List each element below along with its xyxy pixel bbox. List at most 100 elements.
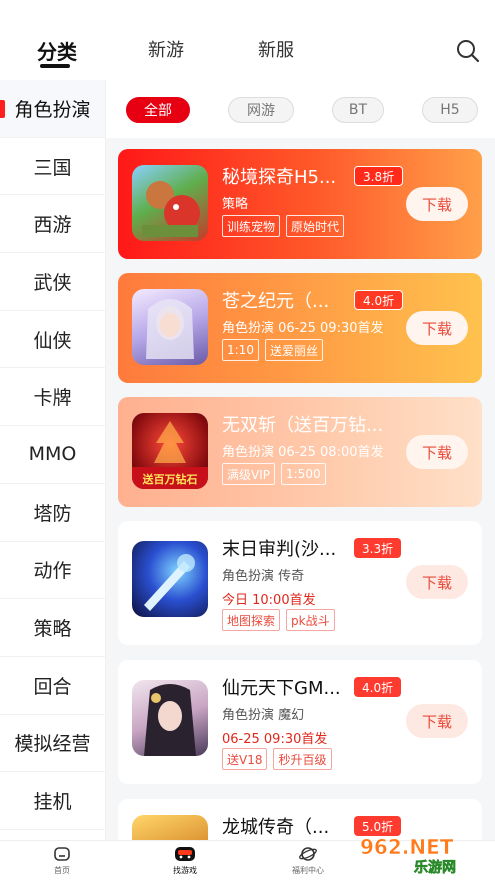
filter-bar: 全部 网游 BT H5: [106, 80, 495, 138]
sidebar-item-label: 模拟经营: [14, 733, 91, 756]
sidebar-item-idle[interactable]: 挂机: [0, 772, 105, 830]
sidebar-item-mmo[interactable]: MMO: [0, 426, 105, 484]
game-card[interactable]: 送百万钻石 无双斩（送百万钻... 角色扮演 06-25 08:00首发 满级V…: [118, 397, 482, 507]
sidebar-item-label: 三国: [33, 156, 72, 179]
sidebar-item-action[interactable]: 动作: [0, 542, 105, 600]
game-tag: 满级VIP: [222, 463, 275, 485]
tab-new-games[interactable]: 新游: [148, 36, 184, 62]
tag-list: 送V18 秒升百级: [222, 748, 332, 770]
download-button[interactable]: 下载: [406, 435, 468, 469]
download-button[interactable]: 下载: [406, 704, 468, 738]
game-icon: [132, 165, 208, 241]
tag-list: 地图探索 pk战斗: [222, 609, 335, 631]
release-time: 06-25 09:30首发: [222, 732, 328, 747]
sidebar-item-label: MMO: [28, 443, 77, 466]
sidebar-item-simulation[interactable]: 模拟经营: [0, 715, 105, 773]
gamepad-icon: [175, 847, 195, 861]
sidebar-item-wuxia[interactable]: 武侠: [0, 253, 105, 311]
game-category: 角色扮演 06-25 08:00首发: [222, 445, 384, 460]
discount-badge: 3.8折: [354, 166, 404, 186]
game-tag: 原始时代: [286, 215, 345, 237]
tab-category[interactable]: 分类: [37, 36, 77, 65]
planet-icon: [299, 847, 317, 861]
active-tab-underline: [40, 64, 70, 68]
sidebar-item-journey-west[interactable]: 西游: [0, 195, 105, 254]
release-time: 今日 10:00首发: [222, 593, 316, 608]
active-indicator: [0, 100, 5, 118]
nav-label: 福利中心: [292, 866, 324, 875]
download-button[interactable]: 下载: [406, 565, 468, 599]
game-list-area: 全部 网游 BT H5 秘境探奇H5... 3.8折 策略 训练宠物 原始时代: [106, 80, 495, 840]
game-name: 苍之纪元（...: [222, 291, 330, 312]
filter-h5[interactable]: H5: [422, 97, 478, 123]
sidebar-item-label: 塔防: [33, 502, 72, 525]
sidebar-item-label: 动作: [33, 560, 72, 583]
game-category: 策略: [222, 197, 249, 212]
sidebar-item-label: 武侠: [33, 271, 72, 294]
sidebar-item-label: 西游: [33, 214, 72, 237]
sidebar-item-label: 挂机: [33, 791, 72, 814]
sidebar-item-label: 卡牌: [33, 387, 72, 410]
discount-badge: 4.0折: [354, 677, 402, 697]
watermark-text: 962.NET: [360, 835, 454, 859]
nav-find-games[interactable]: 找游戏: [155, 845, 215, 876]
game-icon: [132, 541, 208, 617]
game-icon: [132, 815, 208, 840]
sidebar-item-xianxia[interactable]: 仙侠: [0, 311, 105, 369]
game-name: 龙城传奇（...: [222, 817, 330, 838]
search-icon[interactable]: [455, 38, 481, 64]
game-card[interactable]: 秘境探奇H5... 3.8折 策略 训练宠物 原始时代 下载: [118, 149, 482, 259]
nav-label: 找游戏: [173, 866, 197, 875]
tag-list: 训练宠物 原始时代: [222, 215, 345, 237]
game-tag: 地图探索: [222, 609, 281, 631]
sidebar-item-role-playing[interactable]: 角色扮演: [0, 80, 105, 138]
nav-label: 首页: [54, 866, 70, 875]
game-category: 角色扮演 魔幻: [222, 708, 305, 723]
game-tag: pk战斗: [286, 609, 335, 631]
sidebar-item-tower-defense[interactable]: 塔防: [0, 484, 105, 542]
game-category: 角色扮演 传奇: [222, 569, 305, 584]
home-icon: [54, 847, 70, 861]
game-tag: 送V18: [222, 748, 268, 770]
game-tag: 训练宠物: [222, 215, 281, 237]
download-button[interactable]: 下载: [406, 187, 468, 221]
sidebar-item-label: 角色扮演: [14, 98, 91, 121]
game-tag: 送爱丽丝: [264, 339, 323, 361]
icon-promo-text: 送百万钻石: [142, 472, 198, 486]
game-name: 无双斩（送百万钻...: [222, 415, 384, 436]
sidebar-item-label: 仙侠: [33, 329, 72, 352]
site-watermark: 962.NET 乐游网: [360, 835, 457, 876]
game-icon: 送百万钻石: [132, 413, 208, 489]
game-icon: [132, 289, 208, 365]
game-category: 角色扮演 06-25 09:30首发: [222, 321, 384, 336]
sidebar-item-turn-based[interactable]: 回合: [0, 657, 105, 715]
sidebar-item-card[interactable]: 卡牌: [0, 368, 105, 427]
filter-bt[interactable]: BT: [332, 97, 384, 123]
game-name: 仙元天下GM...: [222, 678, 341, 699]
sidebar-item-label: 回合: [33, 675, 72, 698]
discount-badge: 3.3折: [354, 538, 402, 558]
nav-home[interactable]: 首页: [32, 845, 92, 876]
tag-list: 满级VIP 1:500: [222, 463, 326, 485]
sidebar-item-strategy[interactable]: 策略: [0, 599, 105, 657]
discount-badge: 4.0折: [354, 290, 404, 310]
sidebar-item-three-kingdoms[interactable]: 三国: [0, 138, 105, 196]
game-name: 秘境探奇H5...: [222, 167, 337, 188]
filter-all[interactable]: 全部: [126, 97, 190, 123]
top-bar: 分类 新游 新服: [0, 0, 495, 80]
game-tag: 秒升百级: [273, 748, 332, 770]
nav-benefits[interactable]: 福利中心: [278, 845, 338, 876]
watermark-subtext: 乐游网: [414, 859, 456, 876]
game-card[interactable]: 仙元天下GM... 4.0折 角色扮演 魔幻 06-25 09:30首发 送V1…: [118, 660, 482, 784]
tag-list: 1:10 送爱丽丝: [222, 339, 323, 361]
download-button[interactable]: 下载: [406, 311, 468, 345]
game-card[interactable]: 苍之纪元（... 4.0折 角色扮演 06-25 09:30首发 1:10 送爱…: [118, 273, 482, 383]
game-name: 末日审判(沙...: [222, 539, 337, 560]
sidebar-item-label: 策略: [33, 618, 72, 641]
game-card[interactable]: 末日审判(沙... 3.3折 角色扮演 传奇 今日 10:00首发 地图探索 p…: [118, 521, 482, 645]
tab-new-servers[interactable]: 新服: [258, 36, 294, 62]
game-icon: [132, 680, 208, 756]
category-sidebar: 角色扮演 三国 西游 武侠 仙侠 卡牌 MMO 塔防 动作 策略 回合 模拟经营…: [0, 80, 106, 840]
game-tag: 1:500: [281, 463, 326, 485]
filter-online[interactable]: 网游: [228, 97, 294, 123]
